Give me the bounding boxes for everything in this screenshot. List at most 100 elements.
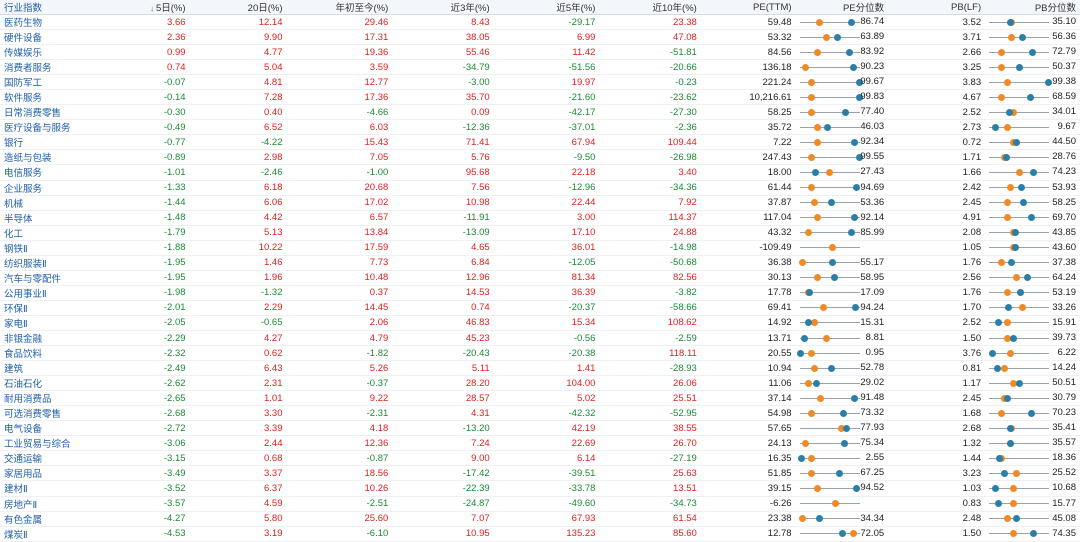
table-row[interactable]: 银行 -0.77 -4.22 15.43 71.41 67.94 109.44 7.22 92.…	[0, 134, 1080, 151]
industry-name-cell[interactable]: 建筑	[0, 360, 97, 377]
return-d20-cell: 5.04	[189, 59, 287, 76]
industry-name-cell[interactable]: 造纸与包装	[0, 149, 97, 166]
table-row[interactable]: 企业服务 -1.33 6.18 20.68 7.56 -12.96 -34.36 61.44 9…	[0, 180, 1080, 196]
industry-name-cell[interactable]: 建材Ⅱ	[0, 480, 97, 497]
col-header-pb-pct[interactable]: PB分位数	[985, 0, 1080, 15]
pb-median-dot	[997, 409, 1005, 417]
table-row[interactable]: 消费者服务 0.74 5.04 3.59 -34.79 -51.56 -20.66 136.1…	[0, 59, 1080, 76]
col-header-pe-pct[interactable]: PE分位数	[795, 0, 889, 15]
industry-name-cell[interactable]: 耐用消费品	[0, 390, 97, 407]
table-row[interactable]: 纺织服装Ⅱ -1.95 1.46 7.73 6.84 -12.05 -50.68 36.38 5…	[0, 255, 1080, 271]
return-y3-cell: -12.36	[392, 119, 494, 136]
table-row[interactable]: 化工 -1.79 5.13 13.84 -13.09 17.10 24.88 43.32 85.…	[0, 225, 1080, 241]
industry-name-cell[interactable]: 家电Ⅱ	[0, 315, 97, 331]
table-row[interactable]: 可选消费零售 -2.68 3.30 -2.31 4.31 -42.32 -52.95 54.9…	[0, 405, 1080, 422]
table-row[interactable]: 医疗设备与服务 -0.49 6.52 6.03 -12.36 -37.01 -2.36 35.…	[0, 119, 1080, 136]
industry-name-cell[interactable]: 家居用品	[0, 465, 97, 482]
col-header-5d[interactable]: ↓ 5日(%)	[96, 0, 190, 15]
return-d20-cell: 7.28	[189, 89, 287, 106]
table-row[interactable]: 电气设备 -2.72 3.39 4.18 -13.20 42.19 38.55 57.65 77…	[0, 420, 1080, 437]
table-row[interactable]: 家居用品 -3.49 3.37 18.56 -17.42 -39.51 25.63 51.85…	[0, 465, 1080, 482]
table-row[interactable]: 医药生物 3.66 12.14 29.46 8.43 -29.17 23.38 59.48 86…	[0, 14, 1080, 31]
industry-name-cell[interactable]: 消费者服务	[0, 59, 97, 76]
table-row[interactable]: 房地产Ⅱ -3.57 4.59 -2.51 -24.87 -49.60 -34.73 -6.2…	[0, 496, 1080, 512]
industry-name-cell[interactable]: 非银金融	[0, 330, 97, 347]
return-y5-cell: -12.05	[493, 255, 600, 271]
table-row[interactable]: 钢铁Ⅱ -1.88 10.22 17.59 4.65 36.01 -14.98 -109.49…	[0, 240, 1080, 256]
table-row[interactable]: 家电Ⅱ -2.05 -0.65 2.06 46.83 15.34 108.62 14.92 15…	[0, 315, 1080, 331]
table-row[interactable]: 硬件设备 2.36 9.90 17.31 38.05 6.99 47.08 53.32 63.8…	[0, 29, 1080, 46]
table-row[interactable]: 软件服务 -0.14 7.28 17.36 35.70 -21.60 -23.62 10,21…	[0, 89, 1080, 106]
industry-name-cell[interactable]: 半导体	[0, 210, 97, 226]
table-row[interactable]: 耐用消费品 -2.65 1.01 9.22 28.57 5.02 25.51 37.14 91.…	[0, 390, 1080, 407]
table-row[interactable]: 日常消费零售 -0.30 0.40 -4.66 0.09 -42.17 -27.30 58.2…	[0, 104, 1080, 121]
table-row[interactable]: 有色金属 -4.27 5.80 25.60 7.07 67.93 61.54 23.38 34.…	[0, 511, 1080, 527]
col-header-10y[interactable]: 近10年(%)	[599, 0, 701, 15]
col-header-pb[interactable]: PB(LF)	[888, 0, 986, 15]
table-row[interactable]: 公用事业Ⅱ -1.98 -1.32 0.37 14.53 36.39 -3.82 17.78 1…	[0, 285, 1080, 301]
col-header-name[interactable]: 行业指数	[0, 0, 97, 15]
pe-percentile-cell: 27.43	[795, 164, 889, 181]
industry-name-cell[interactable]: 医药生物	[0, 14, 97, 31]
col-header-5y[interactable]: 近5年(%)	[493, 0, 600, 15]
table-row[interactable]: 石油石化 -2.62 2.31 -0.37 28.20 104.00 26.06 11.06 2…	[0, 375, 1080, 392]
pe-percentile-bar: 46.03	[796, 120, 889, 134]
industry-name-cell[interactable]: 机械	[0, 195, 97, 211]
table-row[interactable]: 机械 -1.44 6.06 17.02 10.98 22.44 7.92 37.87 53.36…	[0, 195, 1080, 211]
industry-name-cell[interactable]: 房地产Ⅱ	[0, 496, 97, 512]
table-row[interactable]: 造纸与包装 -0.89 2.98 7.05 5.76 -9.50 -26.98 247.43 9…	[0, 149, 1080, 166]
table-row[interactable]: 半导体 -1.48 4.42 6.57 -11.91 3.00 114.37 117.04 92…	[0, 210, 1080, 226]
pe-percentile-bar: 29.02	[796, 376, 889, 390]
table-row[interactable]: 汽车与零配件 -1.95 1.96 10.48 12.96 81.34 82.56 30.13…	[0, 270, 1080, 286]
sort-down-icon[interactable]: ↓	[150, 4, 154, 13]
table-row[interactable]: 建材Ⅱ -3.52 6.37 10.26 -22.39 -33.78 13.51 39.15 9…	[0, 480, 1080, 497]
industry-name-cell[interactable]: 工业贸易与综合	[0, 435, 97, 452]
industry-name-cell[interactable]: 汽车与零配件	[0, 270, 97, 286]
industry-name-cell[interactable]: 纺织服装Ⅱ	[0, 255, 97, 271]
pe-percentile-value: 77.40	[860, 106, 885, 118]
table-row[interactable]: 国防军工 -0.07 4.81 12.77 -3.00 19.97 -0.23 221.24 9…	[0, 74, 1080, 91]
industry-name-cell[interactable]: 钢铁Ⅱ	[0, 240, 97, 256]
industry-name-cell[interactable]: 食品饮料	[0, 345, 97, 362]
table-row[interactable]: 建筑 -2.49 6.43 5.26 5.11 1.41 -28.93 10.94 52.78 0…	[0, 360, 1080, 377]
industry-name-cell[interactable]: 国防军工	[0, 74, 97, 91]
industry-name-cell[interactable]: 硬件设备	[0, 29, 97, 46]
industry-name-cell[interactable]: 电气设备	[0, 420, 97, 437]
pe-percentile-bar: 91.48	[796, 391, 889, 405]
table-row[interactable]: 传媒娱乐 0.99 4.77 19.36 55.46 11.42 -51.81 84.56 83…	[0, 44, 1080, 61]
col-header-3y[interactable]: 近3年(%)	[392, 0, 494, 15]
industry-name-cell[interactable]: 公用事业Ⅱ	[0, 285, 97, 301]
table-row[interactable]: 煤炭Ⅱ -4.53 3.19 -6.10 10.95 135.23 85.60 12.78 72…	[0, 526, 1080, 542]
table-row[interactable]: 电信服务 -1.01 -2.46 -1.00 95.68 22.18 3.40 18.00 27…	[0, 164, 1080, 181]
col-header-ytd[interactable]: 年初至今(%)	[286, 0, 393, 15]
return-y5-cell: 3.00	[493, 210, 600, 226]
col-header-pe[interactable]: PE(TTM)	[700, 0, 796, 15]
pb-median-dot	[997, 93, 1005, 101]
pb-percentile-value: 35.10	[1052, 16, 1076, 28]
return-d5-cell: -4.27	[96, 511, 190, 527]
industry-name-cell[interactable]: 化工	[0, 225, 97, 241]
industry-name-cell[interactable]: 交通运输	[0, 450, 97, 467]
industry-name-cell[interactable]: 传媒娱乐	[0, 44, 97, 61]
industry-name-cell[interactable]: 银行	[0, 134, 97, 151]
return-y10-cell: -2.36	[599, 119, 701, 136]
industry-name-cell[interactable]: 企业服务	[0, 180, 97, 196]
table-row[interactable]: 工业贸易与综合 -3.06 2.44 12.36 7.24 22.69 26.70 24.13…	[0, 435, 1080, 452]
industry-name-cell[interactable]: 医疗设备与服务	[0, 119, 97, 136]
return-y3-cell: 7.24	[392, 435, 494, 452]
industry-name-cell[interactable]: 电信服务	[0, 164, 97, 181]
table-row[interactable]: 食品饮料 -2.32 0.62 -1.82 -20.43 -20.38 118.11 20.5…	[0, 345, 1080, 362]
industry-name-cell[interactable]: 可选消费零售	[0, 405, 97, 422]
industry-name-cell[interactable]: 软件服务	[0, 89, 97, 106]
table-row[interactable]: 交通运输 -3.15 0.68 -0.87 9.00 6.14 -27.19 16.35 2.5…	[0, 450, 1080, 467]
col-header-20d[interactable]: 20日(%)	[189, 0, 287, 15]
pe-percentile-bar: 85.99	[796, 226, 889, 240]
industry-name-cell[interactable]: 有色金属	[0, 511, 97, 527]
table-row[interactable]: 非银金融 -2.29 4.27 4.79 45.23 -0.56 -2.59 13.71 8.8…	[0, 330, 1080, 347]
industry-name-cell[interactable]: 煤炭Ⅱ	[0, 526, 97, 542]
industry-name-cell[interactable]: 环保Ⅱ	[0, 300, 97, 316]
table-row[interactable]: 环保Ⅱ -2.01 2.29 14.45 0.74 -20.37 -58.66 69.41 94…	[0, 300, 1080, 316]
industry-name-cell[interactable]: 日常消费零售	[0, 104, 97, 121]
pe-ttm-cell: 69.41	[700, 300, 796, 316]
industry-name-cell[interactable]: 石油石化	[0, 375, 97, 392]
